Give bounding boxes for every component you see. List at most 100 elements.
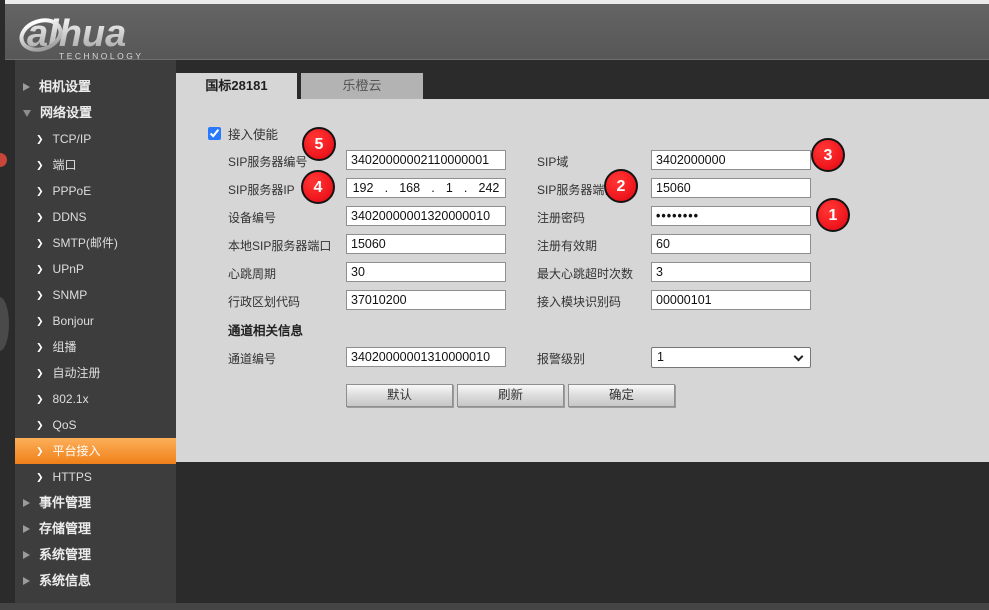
channel-id-label: 通道编号	[228, 350, 276, 367]
triangle-right-icon	[23, 551, 30, 559]
header: alhua TECHNOLOGY	[5, 4, 989, 60]
chevron-right-icon	[36, 438, 44, 464]
sidebar-item-qos[interactable]: QoS	[15, 412, 176, 438]
chevron-right-icon	[36, 230, 44, 256]
sip-server-port-input[interactable]	[651, 178, 811, 198]
tab-gb28181[interactable]: 国标28181	[176, 73, 297, 99]
sidebar-group-label: 相机设置	[39, 74, 91, 100]
sip-server-id-input[interactable]	[346, 150, 506, 170]
sidebar-group-label: 系统信息	[39, 568, 91, 594]
refresh-button[interactable]: 刷新	[457, 384, 564, 407]
alarm-level-value: 1	[657, 350, 664, 364]
sip-server-ip-label: SIP服务器IP	[228, 181, 295, 198]
sidebar-item-label: QoS	[53, 412, 77, 438]
enable-access-label: 接入使能	[228, 124, 278, 143]
alarm-level-label: 报警级别	[537, 350, 585, 367]
local-sip-port-label: 本地SIP服务器端口	[228, 237, 331, 254]
ip-octet-2[interactable]: 168	[399, 181, 420, 195]
sidebar-item-smtp[interactable]: SMTP(邮件)	[15, 230, 176, 256]
sidebar-item-label: UPnP	[53, 256, 84, 282]
sidebar-item-tcpip[interactable]: TCP/IP	[15, 126, 176, 152]
sip-domain-label: SIP域	[537, 153, 568, 170]
chevron-right-icon	[36, 126, 44, 152]
ip-octet-1[interactable]: 192	[353, 181, 374, 195]
tab-lechange[interactable]: 乐橙云	[301, 73, 423, 99]
max-heartbeat-timeout-input[interactable]	[651, 262, 811, 282]
sidebar-item-https[interactable]: HTTPS	[15, 464, 176, 490]
sidebar-item-8021x[interactable]: 802.1x	[15, 386, 176, 412]
sidebar-group-event[interactable]: 事件管理	[15, 490, 176, 516]
chevron-right-icon	[36, 308, 44, 334]
sidebar-collapse-handle[interactable]	[0, 297, 9, 351]
chevron-right-icon	[36, 386, 44, 412]
sidebar-item-port[interactable]: 端口	[15, 152, 176, 178]
channel-info-section-title: 通道相关信息	[228, 320, 303, 339]
sidebar-group-storage[interactable]: 存储管理	[15, 516, 176, 542]
sidebar-item-upnp[interactable]: UPnP	[15, 256, 176, 282]
triangle-right-icon	[23, 525, 30, 533]
triangle-right-icon	[23, 577, 30, 585]
triangle-right-icon	[23, 83, 30, 91]
annotation-badge-1: 1	[816, 198, 850, 232]
device-id-label: 设备编号	[228, 209, 276, 226]
ip-dot: .	[431, 181, 434, 195]
max-heartbeat-timeout-label: 最大心跳超时次数	[537, 265, 633, 282]
channel-id-input[interactable]	[346, 347, 506, 367]
default-button[interactable]: 默认	[346, 384, 453, 407]
sidebar-group-camera[interactable]: 相机设置	[15, 74, 176, 100]
sidebar-item-bonjour[interactable]: Bonjour	[15, 308, 176, 334]
triangle-down-icon	[23, 110, 31, 117]
region-code-input[interactable]	[346, 290, 506, 310]
device-id-input[interactable]	[346, 206, 506, 226]
sidebar-item-platform-access[interactable]: 平台接入	[15, 438, 176, 464]
gb28181-settings-panel: 接入使能 SIP服务器编号 SIP服务器IP 192 . 168 . 1 . 2…	[176, 99, 989, 462]
sidebar-item-label: 平台接入	[53, 438, 101, 464]
chevron-right-icon	[36, 152, 44, 178]
sidebar-group-network[interactable]: 网络设置	[15, 100, 176, 126]
ip-octet-3[interactable]: 1	[446, 181, 453, 195]
sidebar-item-label: SMTP(邮件)	[53, 230, 118, 256]
dahua-logo: alhua TECHNOLOGY	[11, 8, 181, 67]
chevron-right-icon	[36, 360, 44, 386]
sidebar: 相机设置 网络设置 TCP/IP 端口 PPPoE DDNS SMTP(邮件) …	[15, 60, 176, 610]
sidebar-item-label: SNMP	[53, 282, 88, 308]
chevron-right-icon	[36, 256, 44, 282]
access-module-id-label: 接入模块识别码	[537, 293, 621, 310]
chevron-right-icon	[36, 204, 44, 230]
region-code-label: 行政区划代码	[228, 293, 300, 310]
enable-access-checkbox[interactable]	[208, 127, 221, 140]
sidebar-item-label: Bonjour	[53, 308, 94, 334]
chevron-right-icon	[36, 334, 44, 360]
sidebar-item-label: PPPoE	[53, 178, 92, 204]
sidebar-group-sysinfo[interactable]: 系统信息	[15, 568, 176, 594]
sidebar-item-label: 802.1x	[53, 386, 89, 412]
sidebar-group-system[interactable]: 系统管理	[15, 542, 176, 568]
sidebar-item-snmp[interactable]: SNMP	[15, 282, 176, 308]
sidebar-item-auto-register[interactable]: 自动注册	[15, 360, 176, 386]
bottom-strip	[0, 603, 989, 610]
ok-button[interactable]: 确定	[568, 384, 675, 407]
heartbeat-period-label: 心跳周期	[228, 265, 276, 282]
ip-dot: .	[385, 181, 388, 195]
heartbeat-period-input[interactable]	[346, 262, 506, 282]
local-sip-port-input[interactable]	[346, 234, 506, 254]
triangle-right-icon	[23, 499, 30, 507]
sidebar-item-ddns[interactable]: DDNS	[15, 204, 176, 230]
sip-domain-input[interactable]	[651, 150, 811, 170]
sidebar-item-label: DDNS	[53, 204, 87, 230]
chevron-right-icon	[36, 464, 44, 490]
sidebar-item-multicast[interactable]: 组播	[15, 334, 176, 360]
access-module-id-input[interactable]	[651, 290, 811, 310]
register-password-input[interactable]	[651, 206, 811, 226]
annotation-badge-2: 2	[604, 169, 638, 203]
chevron-down-icon	[794, 352, 804, 362]
sidebar-group-label: 事件管理	[39, 490, 91, 516]
register-valid-period-input[interactable]	[651, 234, 811, 254]
sip-server-ip-input[interactable]: 192 . 168 . 1 . 242	[346, 178, 506, 198]
dahua-logo-image: alhua TECHNOLOGY	[11, 8, 181, 62]
ip-octet-4[interactable]: 242	[479, 181, 500, 195]
sidebar-item-label: HTTPS	[53, 464, 92, 490]
chevron-right-icon	[36, 282, 44, 308]
alarm-level-select[interactable]: 1	[651, 347, 811, 368]
sidebar-item-pppoe[interactable]: PPPoE	[15, 178, 176, 204]
